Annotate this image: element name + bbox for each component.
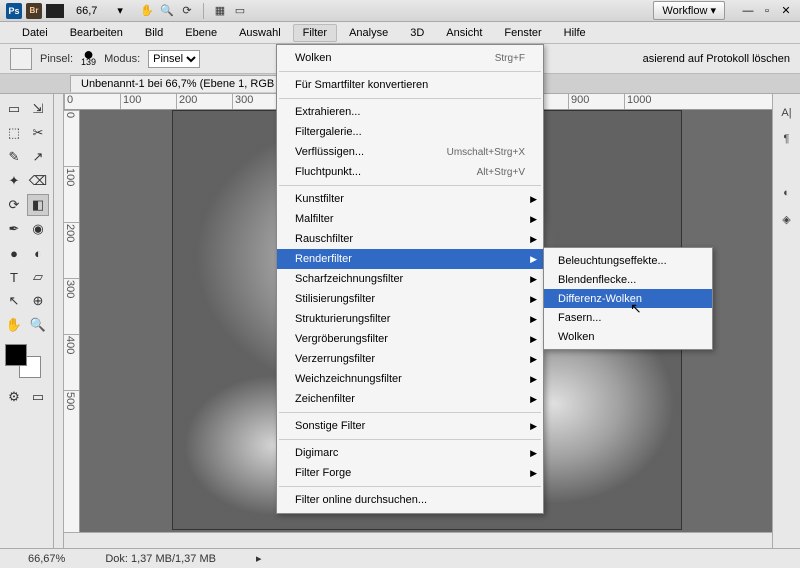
tool-zoom[interactable]: 🔍 <box>27 314 49 336</box>
menu-datei[interactable]: Datei <box>12 24 58 42</box>
tool-dodge[interactable]: ● <box>3 242 25 264</box>
menu-bar: Datei Bearbeiten Bild Ebene Auswahl Filt… <box>0 22 800 44</box>
mode-select[interactable]: Pinsel <box>148 50 200 68</box>
menu-item-extrahieren[interactable]: Extrahieren... <box>277 102 543 122</box>
brush-label: Pinsel: <box>40 53 73 65</box>
layers-icon[interactable]: ◈ <box>778 210 796 228</box>
right-panel-strip: A| ¶ ◐ ◈ <box>772 94 800 548</box>
screen-mode-icon[interactable]: ▭ <box>231 2 249 20</box>
tool-history[interactable]: ⟳ <box>3 194 25 216</box>
menu-item-wolken[interactable]: WolkenStrg+F <box>277 48 543 68</box>
submenu-wolken[interactable]: Wolken <box>544 327 712 346</box>
status-doc-size[interactable]: Dok: 1,37 MB/1,37 MB <box>105 553 216 565</box>
submenu-fasern[interactable]: Fasern... <box>544 308 712 327</box>
submenu-blendenflecke[interactable]: Blendenflecke... <box>544 270 712 289</box>
menu-item-rauschfilter[interactable]: Rauschfilter▶ <box>277 229 543 249</box>
menu-ansicht[interactable]: Ansicht <box>436 24 492 42</box>
title-bar: Ps Br 66,7 ▾ ✋ 🔍 ⟳ ▦ ▭ Workflow ▾ — ▫ ✕ <box>0 0 800 22</box>
zoom-icon[interactable]: 🔍 <box>158 2 176 20</box>
bridge-icon[interactable]: Br <box>26 3 42 19</box>
menu-item-malfilter[interactable]: Malfilter▶ <box>277 209 543 229</box>
renderfilter-submenu: Beleuchtungseffekte... Blendenflecke... … <box>543 247 713 350</box>
menu-item-fluchtpunkt[interactable]: Fluchtpunkt...Alt+Strg+V <box>277 162 543 182</box>
menu-item-online[interactable]: Filter online durchsuchen... <box>277 490 543 510</box>
tool-gradient[interactable]: ✒ <box>3 218 25 240</box>
tool-hand[interactable]: ✋ <box>3 314 25 336</box>
menu-3d[interactable]: 3D <box>400 24 434 42</box>
adjustments-icon[interactable]: ◐ <box>778 184 796 202</box>
tool-quickmask[interactable]: ⚙ <box>3 386 25 408</box>
hand-icon[interactable]: ✋ <box>138 2 156 20</box>
status-zoom[interactable]: 66,67% <box>28 553 65 565</box>
menu-fenster[interactable]: Fenster <box>494 24 551 42</box>
color-swatches[interactable] <box>3 344 49 384</box>
tool-screenmode[interactable]: ▭ <box>27 386 49 408</box>
menu-item-scharfzeichnungsfilter[interactable]: Scharfzeichnungsfilter▶ <box>277 269 543 289</box>
menu-item-sonstige[interactable]: Sonstige Filter▶ <box>277 416 543 436</box>
workspace-switcher[interactable]: Workflow ▾ <box>653 1 725 20</box>
mode-label: Modus: <box>104 53 140 65</box>
menu-item-filterforge[interactable]: Filter Forge▶ <box>277 463 543 483</box>
zoom-caret-icon[interactable]: ▾ <box>117 4 123 17</box>
document-tab[interactable]: Unbenannt-1 bei 66,7% (Ebene 1, RGB <box>70 75 285 92</box>
palette-edge[interactable] <box>54 94 64 548</box>
menu-auswahl[interactable]: Auswahl <box>229 24 291 42</box>
tool-stamp[interactable]: ⌫ <box>27 170 49 192</box>
film-icon[interactable] <box>46 4 64 18</box>
menu-bearbeiten[interactable]: Bearbeiten <box>60 24 133 42</box>
submenu-beleuchtungseffekte[interactable]: Beleuchtungseffekte... <box>544 251 712 270</box>
status-bar: 66,67% Dok: 1,37 MB/1,37 MB ▸ <box>0 548 800 568</box>
menu-item-filtergalerie[interactable]: Filtergalerie... <box>277 122 543 142</box>
menu-item-smartfilter[interactable]: Für Smartfilter konvertieren <box>277 75 543 95</box>
menu-analyse[interactable]: Analyse <box>339 24 398 42</box>
tool-3d[interactable]: ⊕ <box>27 290 49 312</box>
vertical-ruler: 0100200300400500 <box>64 110 80 532</box>
menu-item-kunstfilter[interactable]: Kunstfilter▶ <box>277 189 543 209</box>
tool-crop[interactable]: ✂ <box>27 122 49 144</box>
close-button[interactable]: ✕ <box>778 4 794 18</box>
menu-item-verzerrungsfilter[interactable]: Verzerrungsfilter▶ <box>277 349 543 369</box>
menu-item-vergroeberungsfilter[interactable]: Vergröberungsfilter▶ <box>277 329 543 349</box>
menu-item-stilisierungsfilter[interactable]: Stilisierungsfilter▶ <box>277 289 543 309</box>
tool-lasso[interactable]: ⬚ <box>3 122 25 144</box>
tool-type[interactable]: T <box>3 266 25 288</box>
paragraph-icon[interactable]: ¶ <box>778 130 796 148</box>
tool-path[interactable]: ▱ <box>27 266 49 288</box>
menu-item-verfluessigen[interactable]: Verflüssigen...Umschalt+Strg+X <box>277 142 543 162</box>
menu-item-zeichenfilter[interactable]: Zeichenfilter▶ <box>277 389 543 409</box>
ps-logo-icon: Ps <box>6 3 22 19</box>
rotate-icon[interactable]: ⟳ <box>178 2 196 20</box>
menu-hilfe[interactable]: Hilfe <box>554 24 596 42</box>
tool-shape[interactable]: ↖ <box>3 290 25 312</box>
brush-thumb[interactable]: ●139 <box>81 51 96 67</box>
menu-item-strukturierungsfilter[interactable]: Strukturierungsfilter▶ <box>277 309 543 329</box>
menu-filter[interactable]: Filter <box>293 24 337 42</box>
zoom-readout[interactable]: 66,7 <box>76 5 97 17</box>
arrange-icon[interactable]: ▦ <box>211 2 229 20</box>
tool-blur[interactable]: ◉ <box>27 218 49 240</box>
filter-menu: WolkenStrg+F Für Smartfilter konvertiere… <box>276 44 544 514</box>
tool-move[interactable]: ▭ <box>3 98 25 120</box>
tool-eraser[interactable]: ◧ <box>27 194 49 216</box>
menu-bild[interactable]: Bild <box>135 24 173 42</box>
submenu-differenz-wolken[interactable]: Differenz-Wolken <box>544 289 712 308</box>
tool-eyedropper[interactable]: ✎ <box>3 146 25 168</box>
menu-item-renderfilter[interactable]: Renderfilter▶ <box>277 249 543 269</box>
options-trailing: asierend auf Protokoll löschen <box>643 53 790 65</box>
tool-marquee[interactable]: ⇲ <box>27 98 49 120</box>
status-arrow-icon[interactable]: ▸ <box>256 552 262 565</box>
menu-ebene[interactable]: Ebene <box>175 24 227 42</box>
menu-item-digimarc[interactable]: Digimarc▶ <box>277 443 543 463</box>
maximize-button[interactable]: ▫ <box>759 4 775 18</box>
tool-brush[interactable]: ✦ <box>3 170 25 192</box>
menu-item-weichzeichnungsfilter[interactable]: Weichzeichnungsfilter▶ <box>277 369 543 389</box>
eraser-preview-icon[interactable] <box>10 48 32 70</box>
tool-palette: ▭ ⇲ ⬚ ✂ ✎ ↗ ✦ ⌫ ⟳ ◧ ✒ ◉ ● ◐ T ▱ ↖ ⊕ ✋ 🔍 … <box>0 94 54 548</box>
character-icon[interactable]: A| <box>778 104 796 122</box>
tool-pen[interactable]: ◐ <box>27 242 49 264</box>
minimize-button[interactable]: — <box>740 4 756 18</box>
horizontal-scrollbar[interactable] <box>64 532 772 548</box>
tool-spot[interactable]: ↗ <box>27 146 49 168</box>
